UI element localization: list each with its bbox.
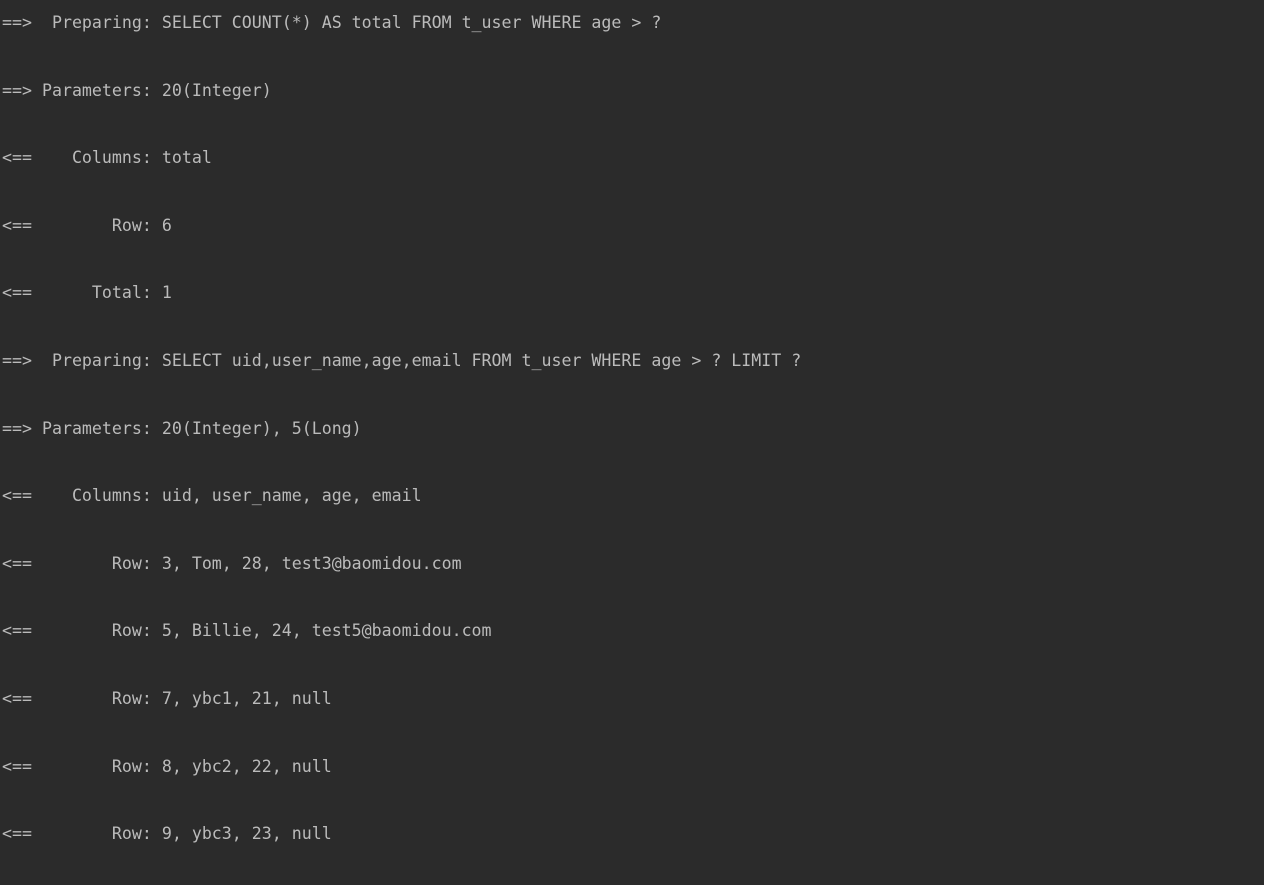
console-line-params-page: ==> Parameters: 20(Integer), 5(Long): [2, 418, 362, 438]
console-line-row-5: <== Row: 9, ybc3, 23, null: [2, 824, 332, 844]
console-line-cols-page: <== Columns: uid, user_name, age, email: [2, 486, 422, 506]
console-output-text[interactable]: ==> Preparing: SELECT COUNT(*) AS total …: [0, 0, 1264, 885]
console-line-prep-page: ==> Preparing: SELECT uid,user_name,age,…: [2, 350, 802, 370]
console-panel[interactable]: ==> Preparing: SELECT COUNT(*) AS total …: [0, 0, 1264, 885]
console-line-row-3: <== Row: 7, ybc1, 21, null: [2, 688, 332, 708]
console-line-params-count: ==> Parameters: 20(Integer): [2, 80, 272, 100]
console-line-cols-count: <== Columns: total: [2, 148, 212, 168]
console-line-row-count: <== Row: 6: [2, 215, 172, 235]
console-line-row-4: <== Row: 8, ybc2, 22, null: [2, 756, 332, 776]
console-line-prep-count: ==> Preparing: SELECT COUNT(*) AS total …: [2, 13, 662, 32]
console-line-row-1: <== Row: 3, Tom, 28, test3@baomidou.com: [2, 553, 462, 573]
console-line-total-count: <== Total: 1: [2, 283, 172, 303]
console-line-row-2: <== Row: 5, Billie, 24, test5@baomidou.c…: [2, 621, 492, 641]
